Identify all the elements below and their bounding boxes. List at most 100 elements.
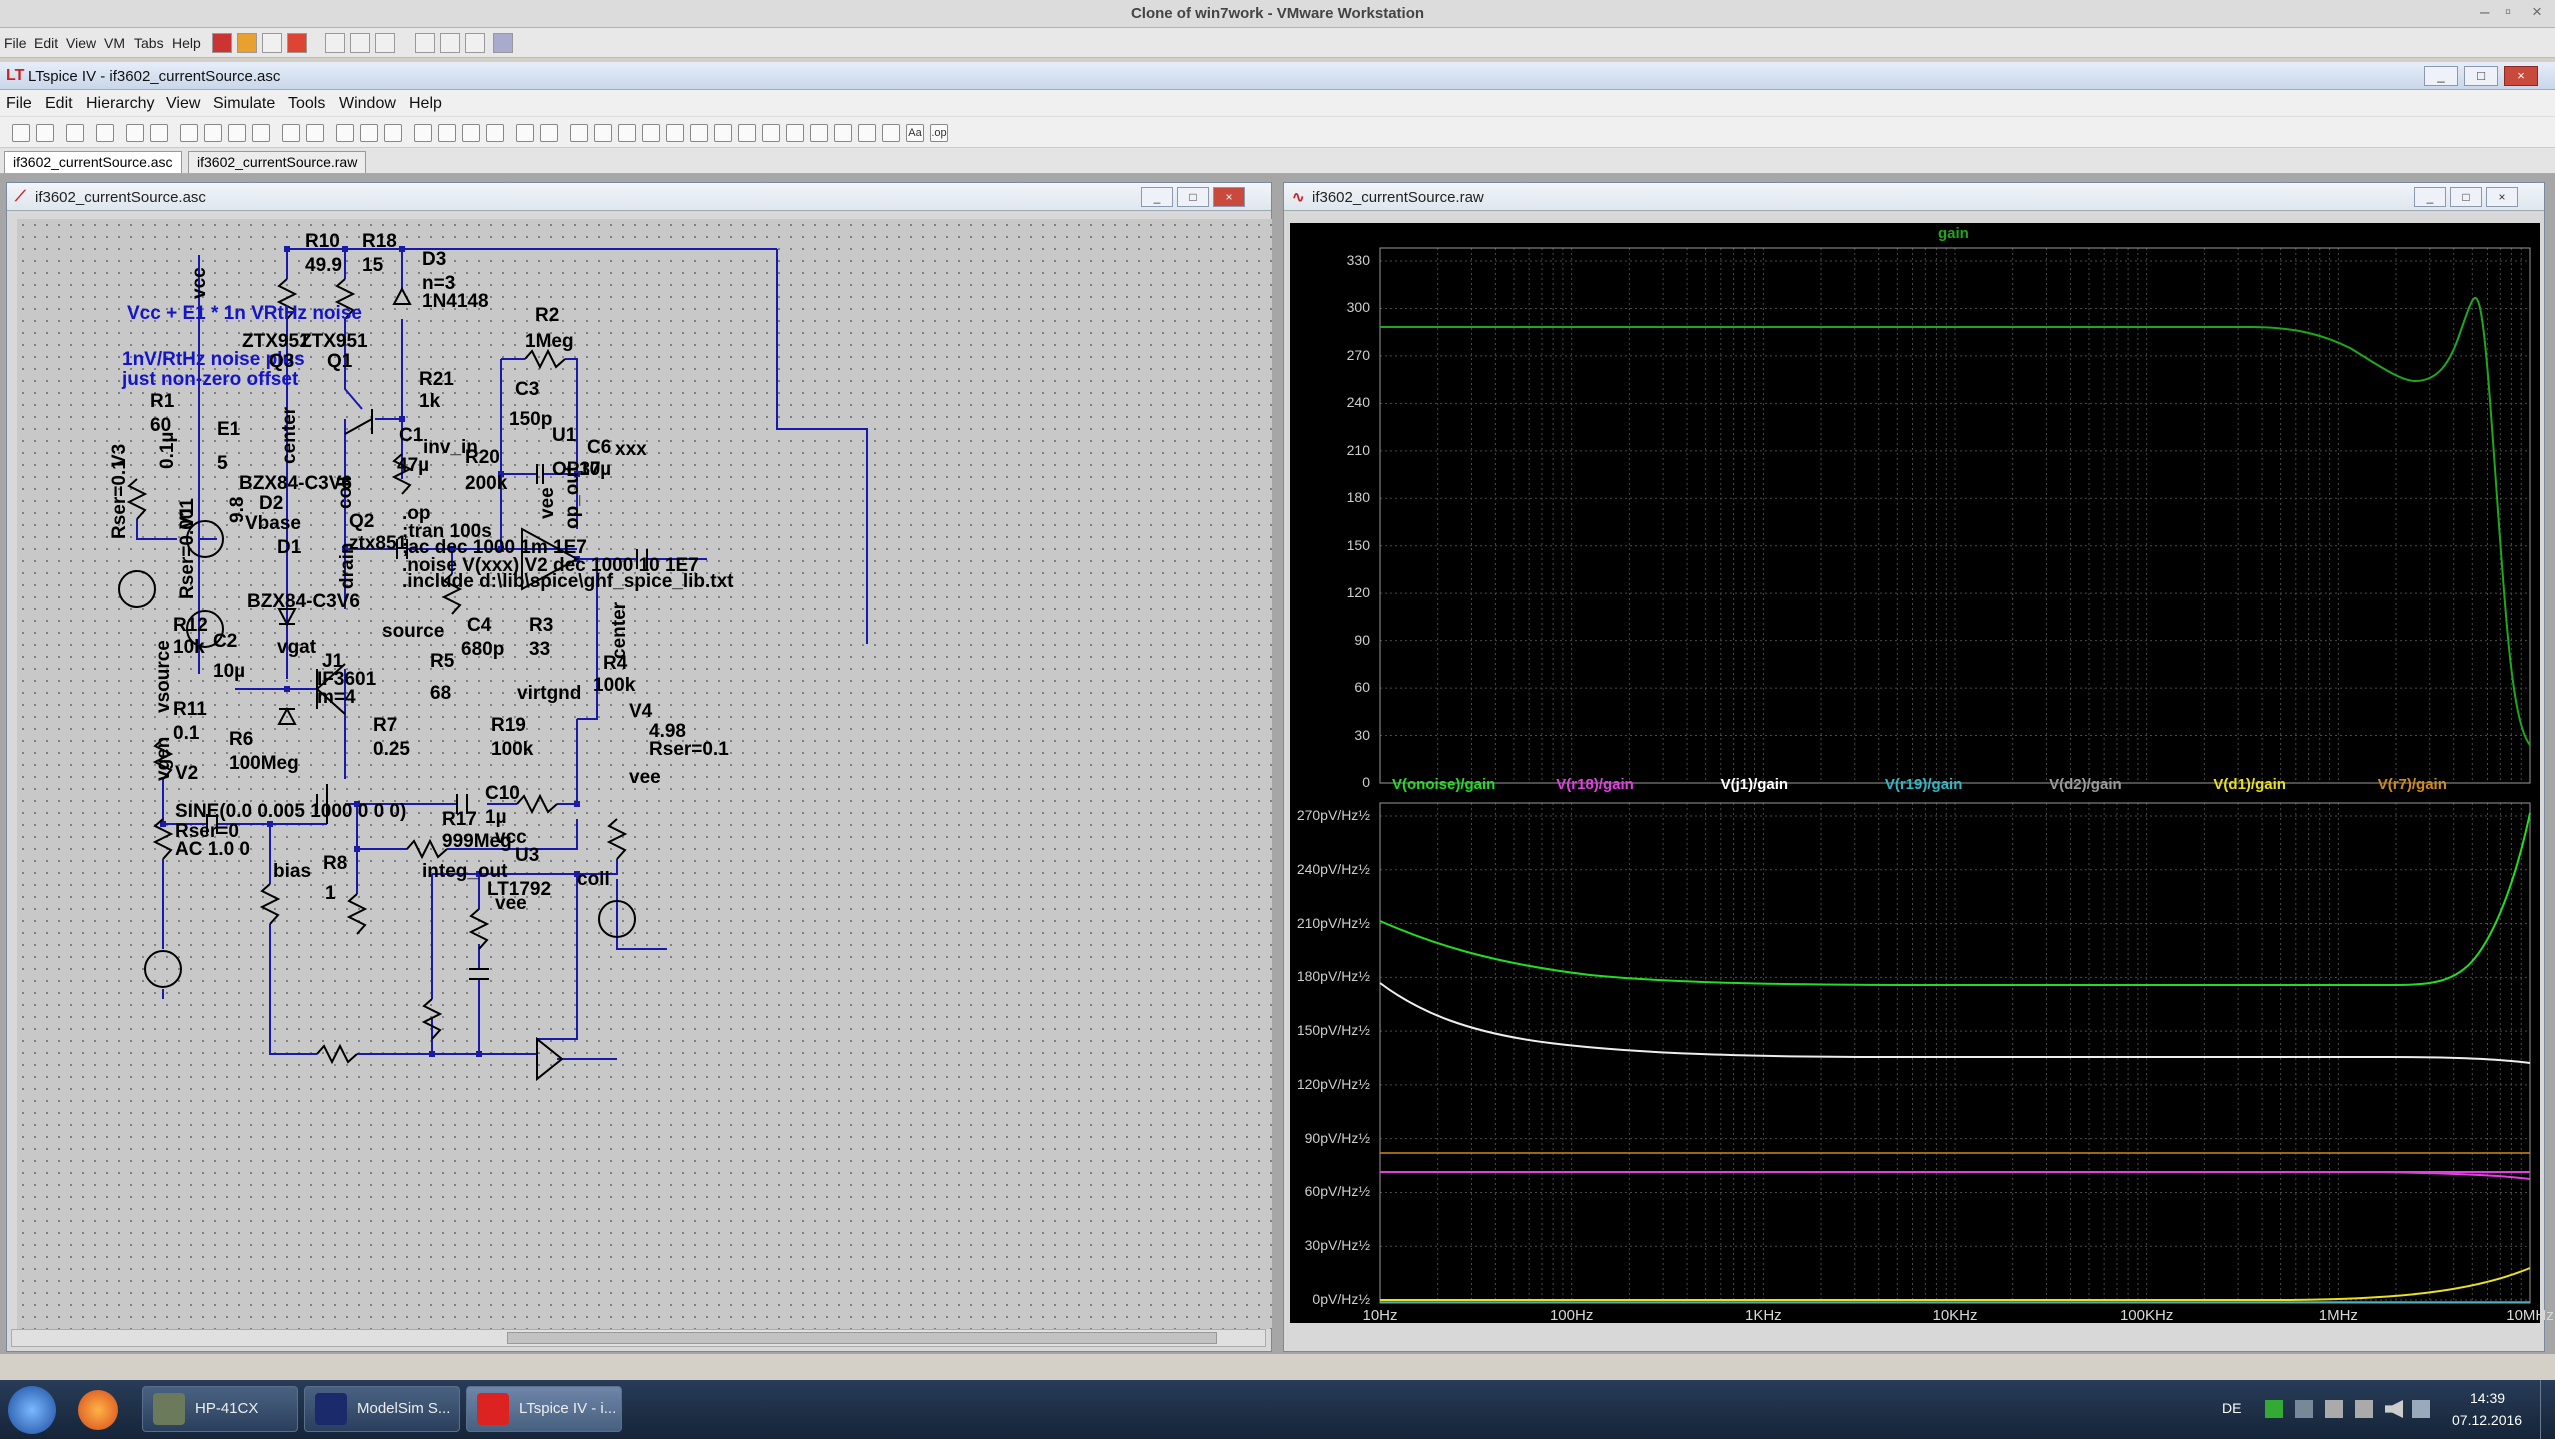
v4-label[interactable]: V4: [629, 701, 652, 723]
schematic-maximize-button[interactable]: □: [1177, 187, 1209, 207]
print-icon[interactable]: [540, 124, 558, 142]
mirror-icon[interactable]: [882, 124, 900, 142]
c6-label[interactable]: C6: [587, 437, 611, 459]
d1-model[interactable]: BZX84-C3V6: [247, 591, 360, 613]
text-icon[interactable]: Aa: [906, 124, 924, 142]
ltspice-maximize-button[interactable]: □: [2464, 66, 2498, 86]
r3-value[interactable]: 33: [529, 639, 550, 661]
legend-item[interactable]: V(d1)/gain: [2213, 776, 2286, 793]
r1-label[interactable]: R1: [150, 391, 174, 413]
c4-value[interactable]: 680p: [461, 639, 504, 661]
cascade-icon[interactable]: [384, 124, 402, 142]
gain-trace-label[interactable]: gain: [1938, 225, 1969, 242]
thumbnail-icon[interactable]: [440, 33, 460, 53]
j1-m[interactable]: m=4: [317, 687, 356, 709]
tile-horizontal-icon[interactable]: [336, 124, 354, 142]
rotate-icon[interactable]: [858, 124, 876, 142]
tab-waveform[interactable]: if3602_currentSource.raw: [188, 151, 367, 173]
e1-value[interactable]: 5: [217, 453, 228, 475]
q1-label[interactable]: Q1: [327, 351, 352, 373]
r12-label[interactable]: R12: [173, 615, 208, 637]
d2-label[interactable]: D2: [259, 493, 283, 515]
r10-label[interactable]: R10: [305, 231, 340, 253]
u3-label[interactable]: U3: [515, 845, 539, 867]
autorange-icon[interactable]: [282, 124, 300, 142]
revert-snapshot-icon[interactable]: [350, 33, 370, 53]
schematic-close-button[interactable]: ×: [1213, 187, 1245, 207]
fullscreen-icon[interactable]: [465, 33, 485, 53]
r7-value[interactable]: 0.25: [373, 739, 410, 761]
c2-value[interactable]: 10µ: [213, 661, 245, 683]
r17-label[interactable]: R17: [442, 809, 477, 831]
r21-label[interactable]: R21: [419, 369, 454, 391]
redo-icon[interactable]: [834, 124, 852, 142]
maximize-icon[interactable]: ▫: [2505, 2, 2511, 22]
suspend-icon[interactable]: [237, 33, 257, 53]
taskbar-modelsim[interactable]: ModelSim S...: [304, 1386, 460, 1432]
undo-icon[interactable]: [810, 124, 828, 142]
tray-app-icon[interactable]: [2295, 1400, 2313, 1418]
cut-icon[interactable]: [414, 124, 432, 142]
r2-value[interactable]: 1Meg: [525, 331, 574, 353]
tab-schematic[interactable]: if3602_currentSource.asc: [4, 151, 182, 173]
scrollbar-thumb[interactable]: [507, 1332, 1217, 1344]
menu-simulate[interactable]: Simulate: [213, 95, 275, 113]
tray-extra-icon[interactable]: [2412, 1400, 2430, 1418]
display-icon[interactable]: [2325, 1400, 2343, 1418]
r3-label[interactable]: R3: [529, 615, 553, 637]
clock-time[interactable]: 14:39: [2470, 1390, 2505, 1406]
unity-icon[interactable]: [493, 33, 513, 53]
vm-menu-view[interactable]: View: [66, 35, 96, 51]
drag-icon[interactable]: [786, 124, 804, 142]
r19-label[interactable]: R19: [491, 715, 526, 737]
r18-value[interactable]: 15: [362, 255, 383, 277]
open-icon[interactable]: [36, 124, 54, 142]
ground-icon[interactable]: [594, 124, 612, 142]
component-icon[interactable]: [738, 124, 756, 142]
start-button[interactable]: [8, 1386, 56, 1434]
legend-item[interactable]: V(onoise)/gain: [1392, 776, 1495, 793]
legend-item[interactable]: V(r7)/gain: [2378, 776, 2447, 793]
r6-value[interactable]: 100Meg: [229, 753, 299, 775]
schematic-canvas[interactable]: vcc Vcc + E1 * 1n VRtHz noise 1nV/RtHz n…: [17, 219, 1272, 1329]
tile-vertical-icon[interactable]: [360, 124, 378, 142]
language-indicator[interactable]: DE: [2222, 1400, 2241, 1416]
ztx951-q1-model[interactable]: ZTX951: [300, 331, 368, 353]
legend-item[interactable]: V(d2)/gain: [2049, 776, 2122, 793]
draw-wire-icon[interactable]: [570, 124, 588, 142]
schematic-minimize-button[interactable]: _: [1141, 187, 1173, 207]
run-icon[interactable]: [126, 124, 144, 142]
network-icon[interactable]: [2265, 1400, 2283, 1418]
c2-label[interactable]: C2: [213, 631, 237, 653]
firefox-icon[interactable]: [78, 1390, 118, 1430]
find-icon[interactable]: [486, 124, 504, 142]
schematic-horizontal-scrollbar[interactable]: [11, 1329, 1266, 1347]
view-spice-icon[interactable]: [306, 124, 324, 142]
r4-value[interactable]: 100k: [593, 675, 635, 697]
minimize-icon[interactable]: –: [2480, 2, 2489, 22]
vm-menu-tabs[interactable]: Tabs: [134, 35, 164, 51]
pan-icon[interactable]: [204, 124, 222, 142]
r8-value[interactable]: 1: [325, 883, 336, 905]
d1-label[interactable]: D1: [277, 537, 301, 559]
spice-directive-icon[interactable]: .op: [930, 124, 948, 142]
r4-label[interactable]: R4: [603, 653, 627, 675]
r5-label[interactable]: R5: [430, 651, 454, 673]
d3-value[interactable]: 1N4148: [422, 291, 489, 313]
legend-item[interactable]: V(j1)/gain: [1721, 776, 1789, 793]
play-icon[interactable]: [262, 33, 282, 53]
new-schematic-icon[interactable]: [12, 124, 30, 142]
show-desktop-button[interactable]: [2540, 1380, 2555, 1439]
v2-label[interactable]: V2: [175, 763, 198, 785]
c1-label[interactable]: C1: [399, 425, 423, 447]
r7-label[interactable]: R7: [373, 715, 397, 737]
r18-label[interactable]: R18: [362, 231, 397, 253]
menu-hierarchy[interactable]: Hierarchy: [86, 95, 154, 113]
save-icon[interactable]: [66, 124, 84, 142]
resistor-icon[interactable]: [642, 124, 660, 142]
copy-icon[interactable]: [438, 124, 456, 142]
snapshot-icon[interactable]: [325, 33, 345, 53]
diode-icon[interactable]: [714, 124, 732, 142]
r12-value[interactable]: 10k: [173, 637, 205, 659]
u1-label[interactable]: U1: [552, 425, 576, 447]
